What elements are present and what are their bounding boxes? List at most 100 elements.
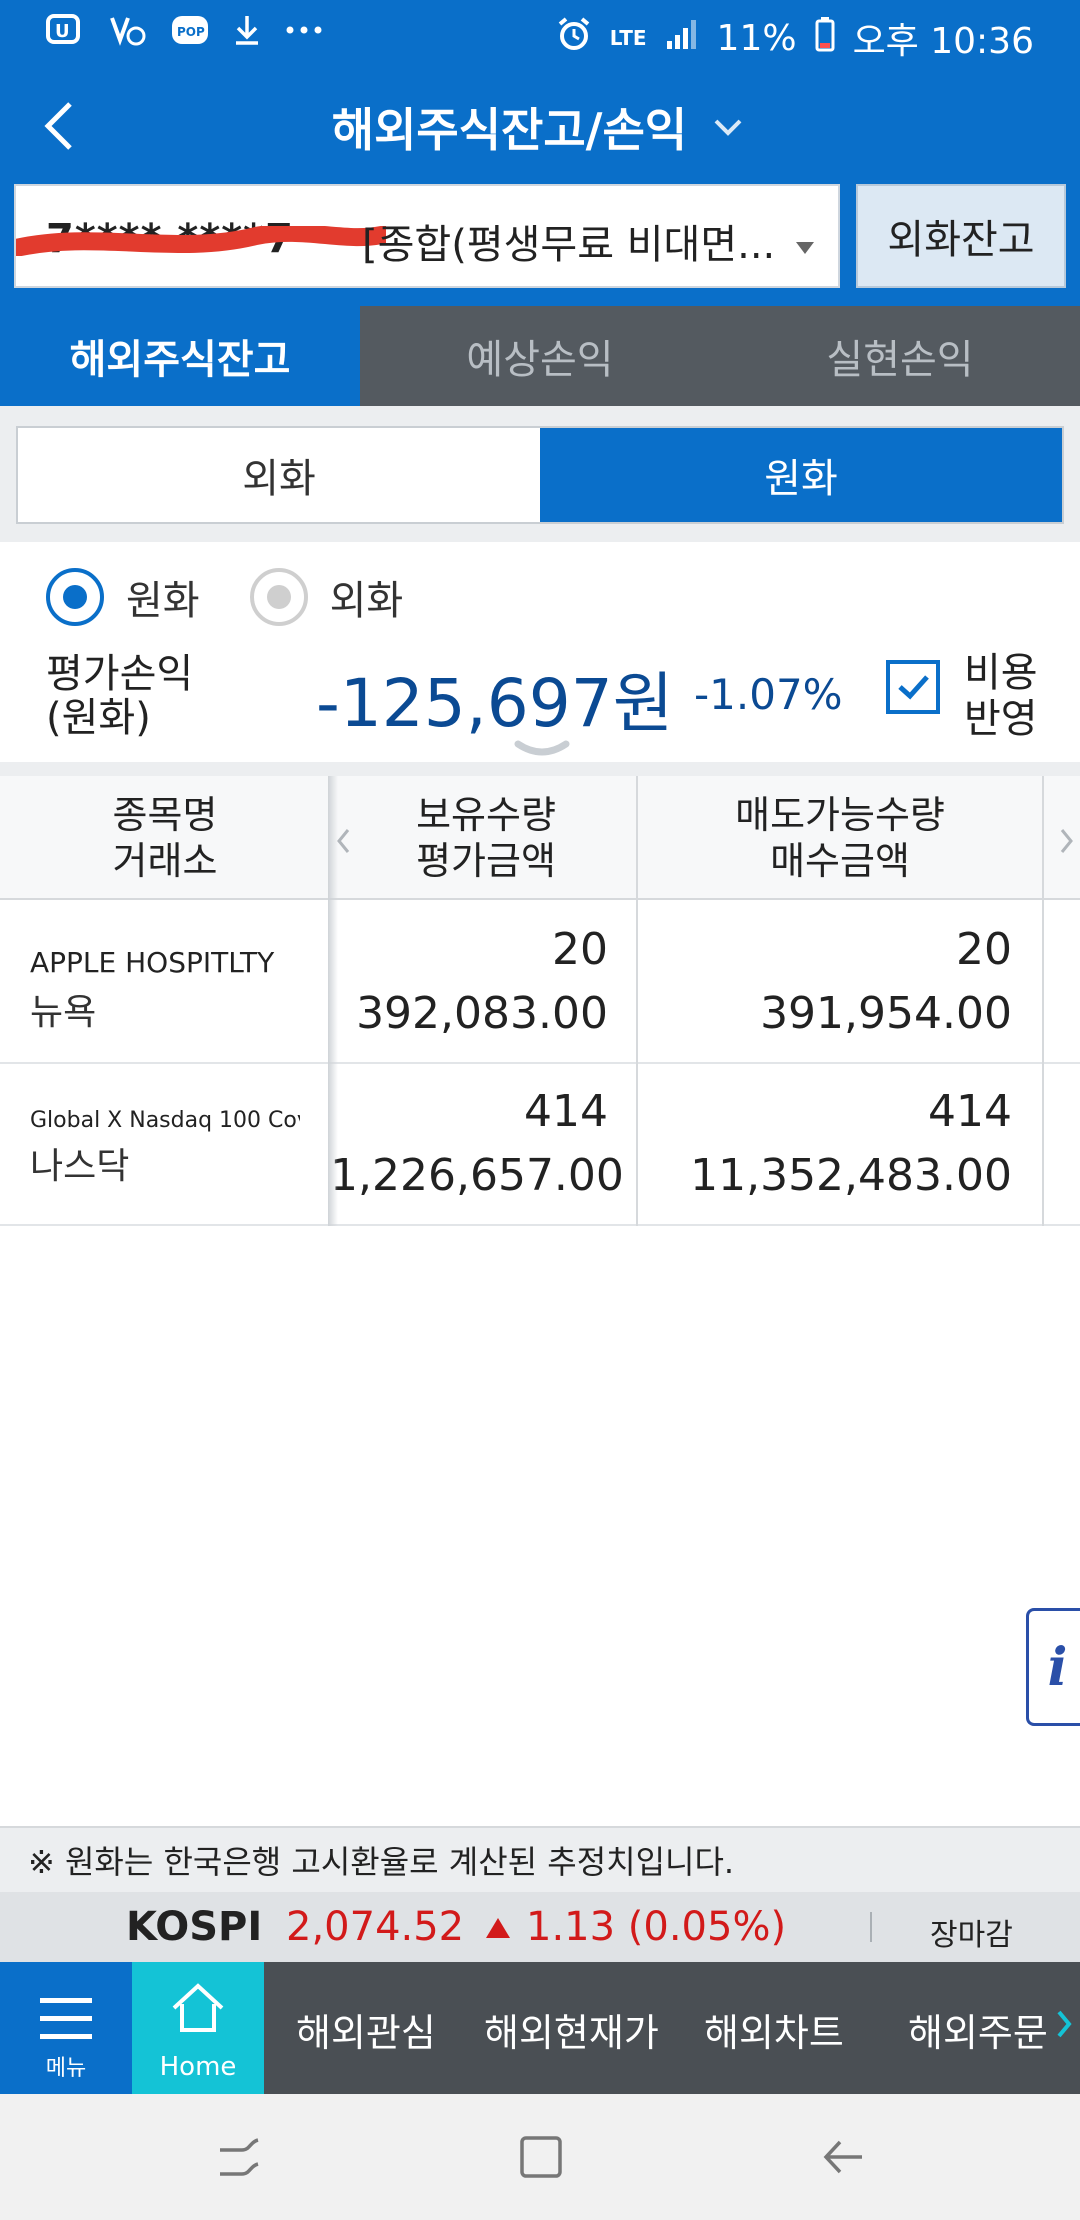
hold-qty: 20: [552, 924, 608, 975]
header-buy-amount: 매수금액: [770, 839, 910, 883]
download-icon: [232, 10, 262, 50]
index-name: KOSPI: [126, 1904, 263, 1950]
eval-amount: 392,083.00: [356, 988, 608, 1039]
stock-cell: APPLE HOSPITLTY 뉴욕: [30, 946, 300, 1035]
svg-text:POP: POP: [177, 25, 205, 39]
checkmark-icon: [898, 675, 929, 700]
header-exchange: 거래소: [112, 839, 218, 883]
title-dropdown[interactable]: 해외주식잔고/손익: [0, 94, 1080, 160]
header-name: 종목명: [112, 793, 218, 837]
tab-overseas-balance[interactable]: 해외주식잔고: [0, 306, 360, 406]
divider: [870, 1912, 872, 1942]
menu-label: 메뉴: [45, 2056, 87, 2081]
scroll-right-icon[interactable]: [1056, 826, 1076, 856]
nav-overseas-quote[interactable]: 해외현재가: [484, 2002, 659, 2057]
stock-name: APPLE HOSPITLTY: [30, 946, 275, 979]
fx-notice: ※ 원화는 한국은행 고시환율로 계산된 추정치입니다.: [0, 1826, 1080, 1892]
currency-toggle-area: 외화 원화: [0, 406, 1080, 542]
header-hold-eval: 보유수량 평가금액: [338, 792, 634, 884]
eval-amount: 1,226,657.00: [330, 1150, 624, 1201]
table-row[interactable]: Global X Nasdaq 100 Coverec 나스닥 414 1,22…: [0, 1064, 1080, 1226]
battery-icon: [815, 16, 835, 61]
sellable-qty: 414: [928, 1086, 1012, 1137]
nav-overseas-order[interactable]: 해외주문: [908, 2002, 1048, 2057]
system-status: LTE 11% 오후 10:36: [556, 12, 1034, 64]
back-icon[interactable]: [818, 2132, 868, 2182]
currency-fx-option[interactable]: 외화: [18, 428, 540, 522]
app-header: 해외주식잔고/손익: [0, 66, 1080, 184]
column-divider: [636, 776, 638, 1226]
sellable-qty: 20: [956, 924, 1012, 975]
hamburger-icon: [40, 1998, 92, 2039]
system-nav-bar: [0, 2094, 1080, 2220]
tab-realized-pl[interactable]: 실현손익: [720, 306, 1080, 406]
more-notifications-icon: [284, 10, 324, 50]
index-value: 2,074.52: [286, 1904, 465, 1950]
header-name-exchange: 종목명 거래소: [0, 792, 330, 884]
mpop-icon: POP: [170, 10, 210, 50]
radio-unselected-icon: [249, 568, 308, 626]
page-title: 해외주식잔고/손익: [331, 103, 688, 157]
table-gap: [0, 762, 1080, 776]
expand-chevron-icon[interactable]: [514, 738, 570, 762]
buy-amount: 11,352,483.00: [690, 1150, 1012, 1201]
svg-text:U: U: [55, 21, 70, 42]
cost-label-line2: 반영: [964, 696, 1038, 742]
stock-cell: Global X Nasdaq 100 Coverec 나스닥: [30, 1108, 300, 1189]
radio-fx-label: 외화: [329, 578, 404, 624]
hold-cell: 20 392,083.00: [330, 918, 608, 1046]
hold-cell: 414 1,226,657.00: [330, 1080, 624, 1208]
radio-selected-icon: [46, 568, 104, 626]
home-icon: [172, 1983, 224, 2032]
stock-name: Global X Nasdaq 100 Coverec: [30, 1108, 300, 1133]
tab-bar: 해외주식잔고 예상손익 실현손익: [0, 306, 1080, 406]
account-name: [종합(평생무료 비대면...: [362, 222, 776, 268]
pl-summary: 원화 외화 평가손익 (원화) -125,697원 -1.07% 비용 반영: [0, 542, 1080, 762]
cost-reflect-checkbox[interactable]: [886, 660, 940, 714]
volte-icon: [108, 10, 148, 50]
pl-rate: -1.07%: [694, 670, 843, 719]
currency-radio-group: 원화 외화: [46, 568, 453, 626]
pl-value: -125,697원: [316, 665, 674, 742]
account-row: 7**** ****7 [종합(평생무료 비대면... 외화잔고: [0, 184, 1080, 306]
index-ticker[interactable]: KOSPI 2,074.52 1.13 (0.05%) 장마감: [0, 1892, 1080, 1962]
frozen-column-shadow: [328, 776, 338, 1226]
home-square-icon[interactable]: [516, 2132, 566, 2182]
info-button[interactable]: i: [1026, 1608, 1080, 1726]
header-sellable-qty: 매도가능수량: [735, 793, 945, 837]
recent-apps-icon[interactable]: [214, 2132, 264, 2182]
header-sell-buy: 매도가능수량 매수금액: [638, 792, 1042, 884]
radio-krw[interactable]: 원화: [46, 568, 200, 626]
column-divider: [1042, 776, 1044, 1226]
up-triangle-icon: [486, 1918, 510, 1938]
menu-button[interactable]: 메뉴: [0, 1962, 132, 2094]
pl-label-line2: (원화): [46, 695, 151, 741]
header-hold-qty: 보유수량: [416, 793, 556, 837]
chevron-right-icon[interactable]: [1054, 2006, 1074, 2042]
cost-reflect-label: 비용 반영: [964, 650, 1038, 742]
dropdown-caret-icon: [796, 242, 814, 254]
sell-cell: 414 11,352,483.00: [640, 1080, 1012, 1208]
redaction-scribble: [16, 226, 386, 256]
radio-fx[interactable]: 외화: [249, 568, 404, 626]
home-button[interactable]: Home: [132, 1962, 264, 2094]
account-select[interactable]: 7**** ****7 [종합(평생무료 비대면...: [14, 184, 840, 288]
header-eval-amount: 평가금액: [416, 839, 556, 883]
bottom-nav: 메뉴 Home 해외관심 해외현재가 해외차트 해외주문: [0, 1962, 1080, 2094]
table-row[interactable]: APPLE HOSPITLTY 뉴욕 20 392,083.00 20 391,…: [0, 902, 1080, 1064]
nav-overseas-chart[interactable]: 해외차트: [704, 2002, 844, 2057]
tab-expected-pl[interactable]: 예상손익: [360, 306, 720, 406]
alarm-icon: [556, 16, 592, 61]
nav-overseas-watchlist[interactable]: 해외관심: [296, 2002, 436, 2057]
market-status: 장마감: [930, 1918, 1013, 1953]
app-notification-icon: U: [46, 10, 86, 50]
lte-label: LTE: [609, 26, 647, 50]
buy-amount: 391,954.00: [760, 988, 1012, 1039]
pl-label: 평가손익 (원화): [46, 652, 193, 740]
chevron-down-icon: [714, 119, 742, 136]
fx-balance-button[interactable]: 외화잔고: [856, 184, 1066, 288]
currency-krw-option[interactable]: 원화: [540, 428, 1062, 522]
cost-label-line1: 비용: [964, 650, 1038, 696]
radio-krw-label: 원화: [126, 578, 200, 624]
currency-toggle: 외화 원화: [16, 426, 1064, 524]
